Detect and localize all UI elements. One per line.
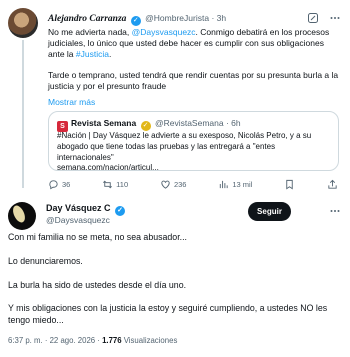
main-avatar[interactable] (8, 202, 36, 230)
reply-icon (49, 179, 58, 189)
main-paragraph: Lo denunciaremos. (8, 255, 83, 266)
main-paragraph: La burla ha sido de ustedes desde el día… (8, 279, 187, 290)
views-count: 13 mil (232, 179, 253, 189)
reply-tweet[interactable]: Alejandro Carranza ✓ @HombreJurista · 3h… (0, 0, 350, 192)
retweet-count: 110 (116, 179, 129, 189)
main-tweet: Day Vásquez C ✓ @Daysvasquezc Seguir Con… (0, 196, 350, 357)
mention-link[interactable]: @Daysvasquezc (132, 27, 196, 37)
show-more-link[interactable]: Mostrar más (48, 97, 95, 107)
reply-time[interactable]: · 3h (211, 13, 226, 23)
tweet-timestamp[interactable]: 6:37 p. m. · 22 ago. 2026 · (8, 336, 102, 345)
reply-display-name[interactable]: Alejandro Carranza (48, 14, 126, 24)
like-icon (161, 180, 170, 189)
tweet-meta: 6:37 p. m. · 22 ago. 2026 · 1.776 Visual… (8, 336, 177, 345)
quote-text: #Nación | Day Vásquez le advierte a su e… (57, 131, 312, 173)
main-paragraph: Con mi familia no se meta, no sea abusad… (8, 232, 187, 242)
reply-paragraph-2: Tarde o temprano, usted tendrá que rendi… (48, 69, 339, 91)
quote-link[interactable]: semana.com/nacion/articul... (57, 163, 159, 172)
views-label: Visualizaciones (121, 336, 178, 345)
retweet-button[interactable]: 110 (102, 179, 128, 190)
bookmark-button[interactable] (284, 179, 295, 190)
reply-button[interactable]: 36 (48, 179, 70, 190)
reply-header-icons (306, 11, 342, 25)
like-count: 236 (173, 179, 187, 189)
main-tweet-text: Con mi familia no se meta, no sea abusad… (8, 232, 342, 339)
more-icon[interactable] (328, 11, 342, 25)
like-button[interactable]: 236 (160, 179, 187, 190)
quote-handle: @RevistaSemana (154, 118, 224, 128)
share-icon (328, 179, 337, 189)
more-icon[interactable] (328, 204, 342, 218)
reply-paragraph-1: No me advierta nada, @Daysvasquezc. Conm… (48, 27, 330, 60)
main-handle[interactable]: @Daysvasquezc (46, 215, 110, 225)
reply-text: No me advierta nada, @Daysvasquezc. Conm… (48, 27, 340, 101)
reply-handle[interactable]: @HombreJurista (145, 13, 209, 23)
reply-count: 36 (62, 179, 71, 189)
retweet-icon (103, 180, 113, 188)
hashtag-link[interactable]: #Justicia (76, 49, 109, 59)
main-display-name: Day Vásquez C (46, 203, 111, 213)
quote-header: S Revista Semana ✓ @RevistaSemana · 6h (57, 117, 241, 132)
views-button[interactable]: 13 mil (218, 179, 252, 190)
main-paragraph: Y mis obligaciones con la justicia la es… (8, 303, 328, 326)
reply-avatar[interactable] (8, 8, 38, 38)
quote-time: · 6h (225, 118, 241, 128)
reply-header: Alejandro Carranza ✓ @HombreJurista · 3h (48, 11, 342, 26)
quote-source-name: Revista Semana (71, 118, 137, 128)
views-total: 1.776 (102, 336, 122, 345)
verified-badge-icon: ✓ (130, 16, 141, 26)
grok-icon[interactable] (306, 11, 320, 25)
thread-line (22, 40, 24, 188)
reply-actions: 36 110 236 13 mil (48, 178, 338, 190)
bookmark-icon (286, 179, 293, 189)
verified-badge-icon: ✓ (115, 206, 126, 216)
views-icon (220, 180, 228, 188)
follow-button[interactable]: Seguir (248, 202, 291, 221)
quoted-tweet[interactable]: S Revista Semana ✓ @RevistaSemana · 6h #N… (48, 111, 339, 173)
verified-badge-icon: ✓ (140, 121, 151, 131)
share-button[interactable] (327, 179, 338, 190)
